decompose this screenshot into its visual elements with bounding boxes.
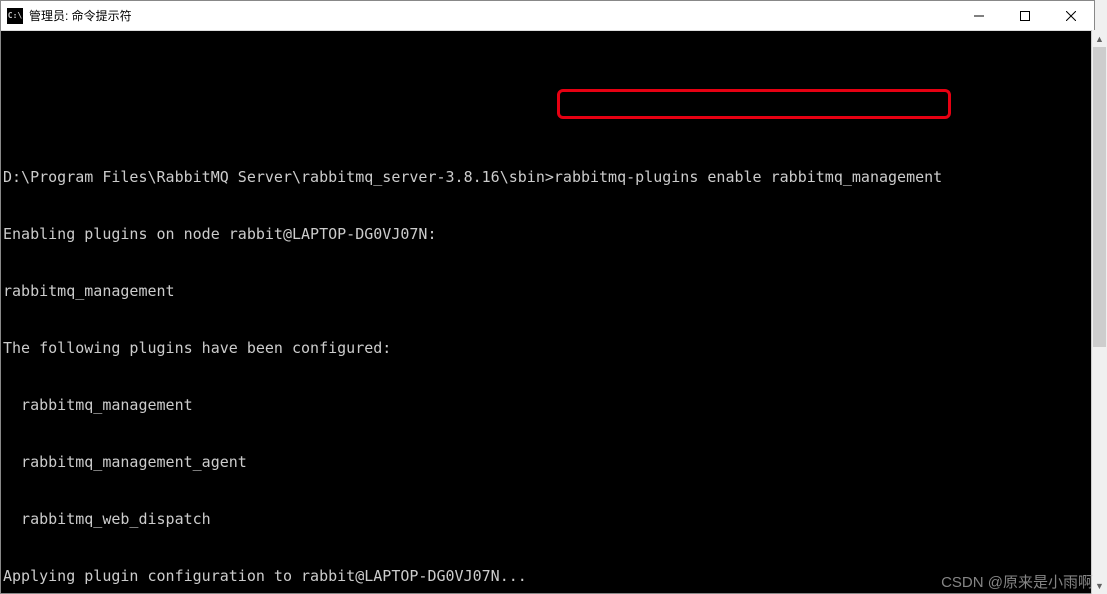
cmd-window: C:\ 管理员: 命令提示符 D:\Program Files\RabbitMQ… — [0, 0, 1095, 594]
window-title: 管理员: 命令提示符 — [29, 7, 956, 24]
terminal-content: D:\Program Files\RabbitMQ Server\rabbitm… — [3, 73, 1092, 593]
minimize-button[interactable] — [956, 1, 1002, 30]
terminal-line: Enabling plugins on node rabbit@LAPTOP-D… — [3, 225, 1092, 244]
cmd-icon: C:\ — [7, 8, 23, 24]
close-button[interactable] — [1048, 1, 1094, 30]
terminal-line: D:\Program Files\RabbitMQ Server\rabbitm… — [3, 168, 1092, 187]
terminal-line: rabbitmq_management_agent — [3, 453, 1092, 472]
terminal-line: rabbitmq_web_dispatch — [3, 510, 1092, 529]
window-controls — [956, 1, 1094, 30]
maximize-button[interactable] — [1002, 1, 1048, 30]
terminal-line: Applying plugin configuration to rabbit@… — [3, 567, 1092, 586]
titlebar[interactable]: C:\ 管理员: 命令提示符 — [1, 1, 1094, 31]
scroll-up-arrow-icon[interactable]: ▲ — [1092, 30, 1107, 47]
vertical-scrollbar[interactable]: ▲ ▼ — [1091, 30, 1107, 594]
terminal-line: The following plugins have been configur… — [3, 339, 1092, 358]
scroll-down-arrow-icon[interactable]: ▼ — [1092, 577, 1107, 594]
terminal-line: rabbitmq_management — [3, 396, 1092, 415]
terminal-line: rabbitmq_management — [3, 282, 1092, 301]
terminal-area[interactable]: D:\Program Files\RabbitMQ Server\rabbitm… — [1, 31, 1094, 593]
scrollbar-thumb[interactable] — [1093, 47, 1106, 347]
